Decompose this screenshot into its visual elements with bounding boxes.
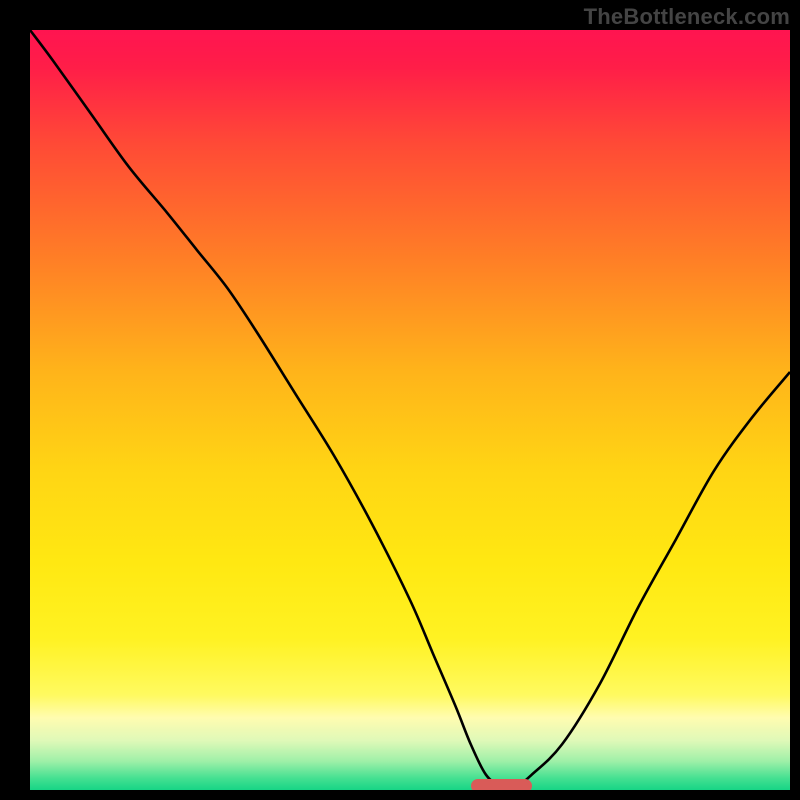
chart-frame: TheBottleneck.com xyxy=(0,0,800,800)
bottleneck-curve xyxy=(30,30,790,790)
optimal-marker xyxy=(471,779,532,790)
plot-area xyxy=(30,30,790,790)
watermark-label: TheBottleneck.com xyxy=(584,4,790,30)
